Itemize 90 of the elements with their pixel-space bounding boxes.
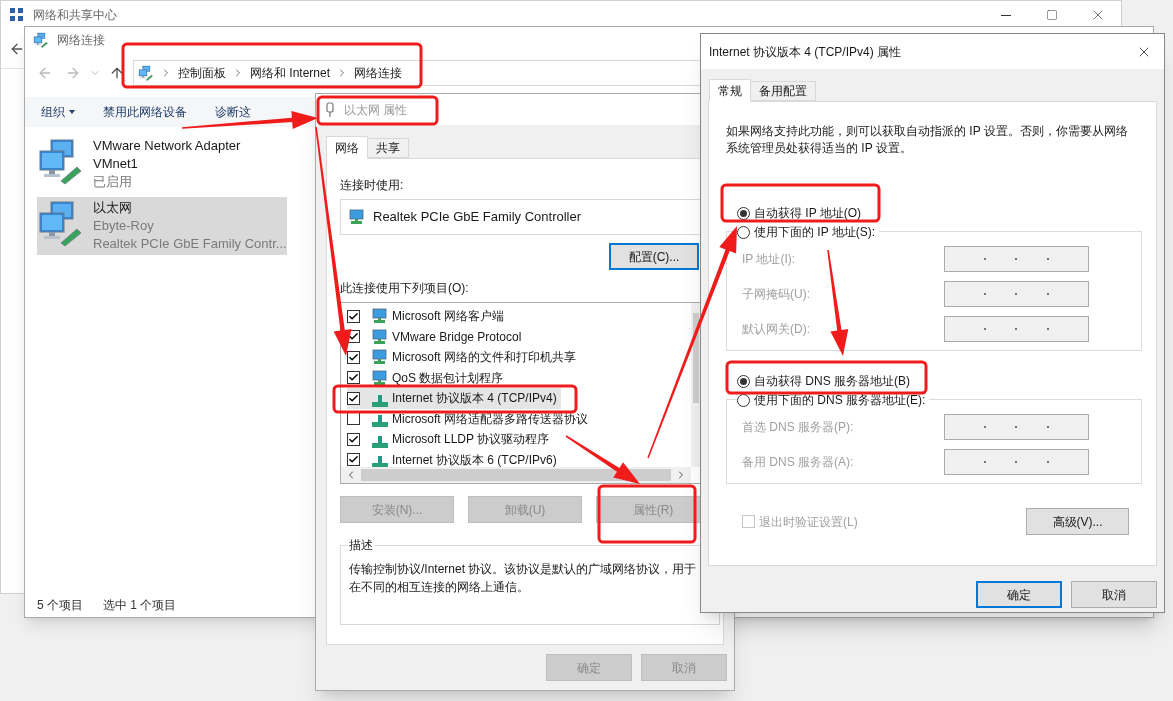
- item-label: Internet 协议版本 4 (TCP/IPv4): [392, 390, 557, 407]
- section-label: 连接时使用:: [340, 177, 405, 193]
- breadcrumb-item[interactable]: 网络和 Internet: [250, 65, 331, 81]
- monitor-icon: [372, 349, 388, 366]
- dialog-button[interactable]: 取消: [1071, 581, 1157, 608]
- radio-button[interactable]: [737, 225, 750, 239]
- adapter-name: VMware Network Adapter VMnet1: [93, 137, 242, 173]
- tab[interactable]: 共享: [368, 138, 409, 158]
- item-label: Internet 协议版本 6 (TCP/IPv6): [392, 451, 557, 468]
- ip-address-field[interactable]: [944, 449, 1089, 475]
- window-title: 网络连接: [57, 32, 105, 48]
- monitor-icon: [372, 308, 388, 325]
- tab[interactable]: 备用配置: [751, 81, 816, 101]
- list-item[interactable]: Microsoft 网络的文件和打印机共享: [347, 347, 580, 368]
- checkbox[interactable]: [347, 391, 360, 405]
- monitor-icon: [349, 209, 365, 225]
- list-item[interactable]: QoS 数据包计划程序: [347, 367, 508, 388]
- up-icon[interactable]: [109, 65, 125, 81]
- item-label: Microsoft 网络的文件和打印机共享: [392, 349, 576, 366]
- status-text: 选中 1 个项目: [103, 597, 177, 613]
- item-label: VMware Bridge Protocol: [392, 328, 522, 345]
- checkbox-label: 退出时验证设置(L): [759, 513, 858, 530]
- ip-address-field[interactable]: [944, 414, 1089, 440]
- field-label: IP 地址(I):: [742, 251, 796, 267]
- intro-text: 如果网络支持此功能，则可以获取自动指派的 IP 设置。否则，你需要从网络系统管理员处获得适当的 IP 设置。: [726, 123, 1129, 157]
- checkbox[interactable]: [347, 350, 360, 364]
- checkbox[interactable]: [347, 453, 360, 467]
- radio-label: 自动获得 IP 地址(O): [754, 205, 862, 221]
- tab[interactable]: 网络: [326, 136, 368, 159]
- window-title: Internet 协议版本 4 (TCP/IPv4) 属性: [709, 43, 902, 60]
- list-item[interactable]: Microsoft 网络适配器多路传送器协议: [347, 408, 592, 429]
- radio-button[interactable]: [737, 374, 750, 388]
- network-protocol-icon: [372, 394, 388, 407]
- list-item[interactable]: Microsoft 网络客户端: [347, 306, 508, 327]
- item-label: Microsoft 网络客户端: [392, 308, 504, 325]
- item-label: Microsoft LLDP 协议驱动程序: [392, 431, 550, 448]
- network-plug-icon: [324, 101, 336, 118]
- horizontal-scrollbar[interactable]: [341, 467, 691, 483]
- item-label: QoS 数据包计划程序: [392, 369, 504, 386]
- window-title: 以太网 属性: [344, 101, 408, 118]
- section-label: 此连接使用下列项目(O):: [340, 280, 470, 296]
- check-icon: [348, 392, 359, 404]
- radio-label: 使用下面的 DNS 服务器地址(E):: [754, 392, 926, 408]
- checkbox[interactable]: [347, 309, 360, 323]
- list-item[interactable]: Internet 协议版本 4 (TCP/IPv4): [347, 388, 561, 409]
- minimize-icon: [1001, 14, 1011, 16]
- group-label: 描述: [347, 537, 375, 553]
- list-item[interactable]: Internet 协议版本 6 (TCP/IPv6): [347, 449, 561, 470]
- ip-address-field[interactable]: [944, 316, 1089, 342]
- window-title: 网络和共享中心: [33, 7, 117, 23]
- radio-button[interactable]: [737, 206, 750, 220]
- list-item[interactable]: Microsoft LLDP 协议驱动程序: [347, 429, 554, 450]
- adapter-item[interactable]: 以太网 Ebyte-Roy Realtek PCIe GbE Family Contr...: [37, 197, 287, 255]
- adapter-detail: Realtek PCIe GbE Family Contr...: [93, 235, 287, 253]
- radio-label: 自动获得 DNS 服务器地址(B): [754, 373, 910, 389]
- advanced-button[interactable]: 高级(V)...: [1026, 508, 1129, 535]
- check-icon: [348, 433, 359, 445]
- tab[interactable]: 常规: [709, 79, 751, 102]
- configure-button[interactable]: 配置(C)...: [609, 243, 699, 270]
- adapter-label: Realtek PCIe GbE Family Controller: [373, 208, 582, 227]
- adapter-item[interactable]: VMware Network Adapter VMnet1 已启用: [37, 135, 287, 193]
- breadcrumb-item[interactable]: 控制面板: [178, 65, 226, 81]
- maximize-icon: [1046, 9, 1058, 21]
- adapter-detail: 已启用: [93, 173, 133, 191]
- checkbox[interactable]: [347, 371, 360, 385]
- toolbar-button[interactable]: 诊断这: [215, 104, 251, 120]
- network-protocol-icon: [372, 415, 388, 427]
- field-label: 备用 DNS 服务器(A):: [742, 454, 854, 470]
- radio-label: 使用下面的 IP 地址(S):: [754, 224, 876, 240]
- field-label: 默认网关(D):: [742, 321, 810, 337]
- monitor-icon: [372, 328, 388, 345]
- list-item[interactable]: VMware Bridge Protocol: [347, 326, 526, 347]
- check-icon: [348, 310, 359, 322]
- item-label: Microsoft 网络适配器多路传送器协议: [392, 410, 588, 427]
- field-label: 首选 DNS 服务器(P):: [742, 419, 854, 435]
- adapter-name: 以太网: [93, 199, 133, 217]
- field-label: 子网掩码(U):: [742, 286, 810, 302]
- checkbox[interactable]: [347, 432, 360, 446]
- description-text: 传输控制协议/Internet 协议。该协议是默认的广域网络协议，用于在不同的相互连接的网络上通信。: [349, 561, 698, 596]
- monitor-icon: [372, 369, 388, 386]
- breadcrumb-item[interactable]: 网络连接: [354, 65, 403, 81]
- network-protocol-icon: [372, 435, 388, 448]
- dialog-button[interactable]: 确定: [976, 581, 1062, 608]
- toolbar-button[interactable]: 禁用此网络设备: [103, 104, 187, 120]
- ip-address-field[interactable]: [944, 281, 1089, 307]
- status-text: 5 个项目: [37, 597, 83, 613]
- ip-address-field[interactable]: [944, 246, 1089, 272]
- check-icon: [348, 351, 359, 363]
- adapter-detail: Ebyte-Roy: [93, 217, 155, 235]
- toolbar-button[interactable]: 组织: [41, 104, 75, 120]
